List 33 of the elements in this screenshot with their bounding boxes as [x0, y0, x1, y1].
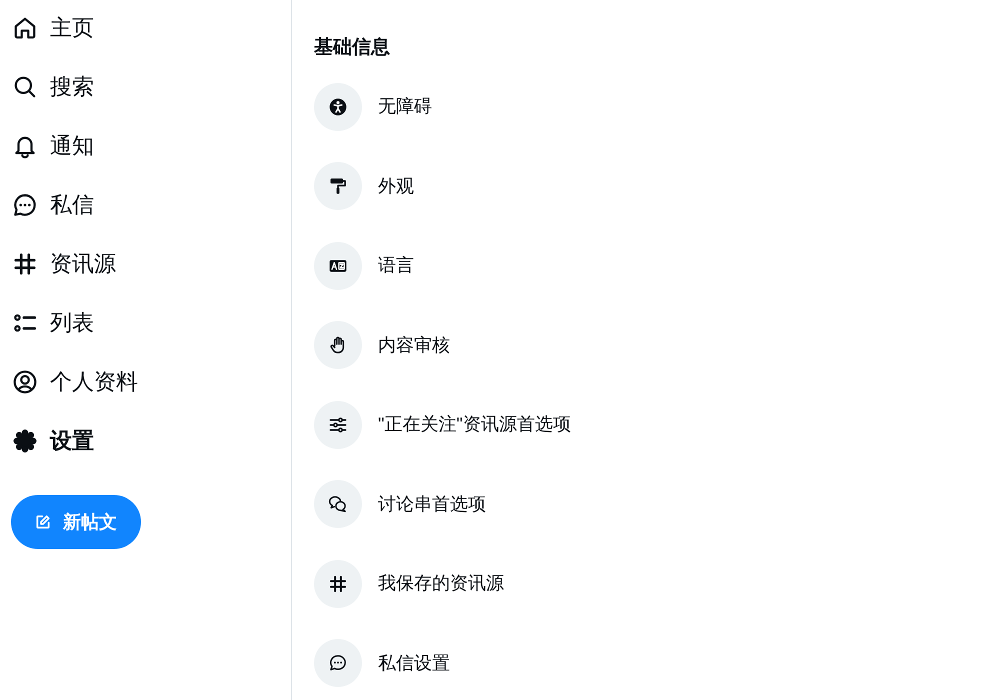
nav-link[interactable]: 通知 [12, 116, 102, 175]
new-post-button[interactable]: 新帖文 [11, 495, 141, 549]
settings-row[interactable]: 无障碍 [314, 67, 448, 146]
settings-row[interactable]: 内容审核 [314, 306, 466, 385]
hash-icon [314, 560, 362, 608]
sliders-icon [314, 400, 362, 449]
gear-icon [12, 428, 38, 454]
settings-row[interactable]: 讨论串首选项 [314, 464, 502, 544]
settings-row[interactable]: 私信设置 [314, 624, 466, 700]
raised-hand-icon [314, 321, 362, 370]
accessibility-icon [314, 82, 362, 131]
translate-icon [314, 242, 362, 290]
nav-link[interactable]: 私信 [12, 175, 102, 234]
paint-roller-icon [314, 162, 362, 210]
search-icon [12, 74, 38, 100]
hash-icon [12, 250, 38, 276]
user-circle-icon [12, 368, 38, 394]
nav-link[interactable]: 设置 [12, 411, 102, 470]
chat-bubbles-icon [314, 480, 362, 528]
settings-row[interactable]: 我保存的资讯源 [314, 544, 520, 624]
nav-link[interactable]: 资讯源 [12, 234, 124, 293]
home-icon [12, 14, 38, 40]
nav-link[interactable]: 主页 [12, 0, 102, 57]
nav-link[interactable]: 列表 [12, 293, 102, 352]
section-title: 基础信息 [314, 36, 391, 60]
edit-icon [35, 514, 51, 530]
nav-link[interactable]: 个人资料 [12, 352, 146, 411]
settings-row[interactable]: 语言 [314, 226, 430, 306]
settings-row[interactable]: "正在关注"资讯源首选项 [314, 385, 587, 464]
chat-bubble-icon [314, 639, 362, 688]
chat-bubble-icon [12, 192, 38, 218]
nav-link[interactable]: 搜索 [12, 57, 102, 116]
settings-row[interactable]: 外观 [314, 146, 430, 226]
